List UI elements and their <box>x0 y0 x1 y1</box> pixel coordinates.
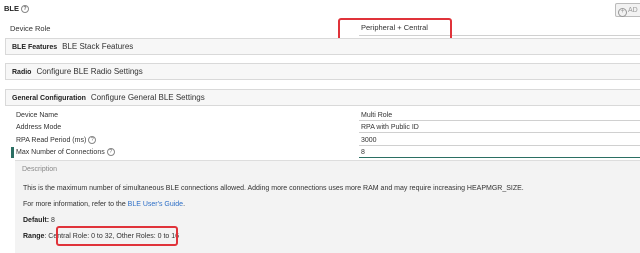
highlight-range <box>56 226 178 246</box>
more-info-line: For more information, refer to the BLE U… <box>23 199 185 210</box>
section-general-configuration[interactable]: General Configuration Configure General B… <box>5 89 640 106</box>
section-ble-features[interactable]: BLE Features BLE Stack Features <box>5 38 640 55</box>
max-connections-label: Max Number of Connections? <box>16 147 115 158</box>
more-info-prefix: For more information, refer to the <box>23 201 128 208</box>
default-line: Default: 8 <box>23 215 55 226</box>
section-general-subtitle: Configure General BLE Settings <box>90 93 205 102</box>
section-radio[interactable]: Radio Configure BLE Radio Settings <box>5 63 640 80</box>
address-mode-label: Address Mode <box>16 124 62 131</box>
rpa-read-period-label: RPA Read Period (ms)? <box>16 135 97 146</box>
device-name-divider <box>359 120 640 121</box>
section-general-label: General Configuration <box>12 95 86 102</box>
address-mode-divider <box>359 132 640 133</box>
max-connections-underline <box>359 157 640 158</box>
help-icon[interactable]: ? <box>106 148 115 156</box>
device-role-label: Device Role <box>10 24 51 33</box>
section-ble-features-label: BLE Features <box>12 44 58 51</box>
help-icon[interactable]: ? <box>21 5 29 13</box>
focus-indicator <box>11 147 14 158</box>
help-icon[interactable]: ? <box>88 136 97 144</box>
max-connections-text: Max Number of Connections <box>16 149 105 156</box>
add-button-label: AD <box>628 7 638 14</box>
rpa-read-period-text: RPA Read Period (ms) <box>16 137 87 144</box>
section-radio-subtitle: Configure BLE Radio Settings <box>36 67 143 76</box>
ble-title: BLE <box>4 4 19 13</box>
more-info-suffix: . <box>183 201 186 208</box>
section-ble-features-subtitle: BLE Stack Features <box>62 42 134 51</box>
range-label: Range <box>23 233 45 240</box>
add-icon: + <box>618 8 627 17</box>
ble-users-guide-link[interactable]: BLE User's Guide <box>128 201 183 208</box>
default-value: 8 <box>51 217 55 224</box>
rpa-read-period-divider <box>359 145 640 146</box>
add-button[interactable]: + AD <box>615 3 640 17</box>
section-radio-label: Radio <box>12 69 32 76</box>
description-text: This is the maximum number of simultaneo… <box>23 185 524 192</box>
default-label: Default: <box>23 217 50 224</box>
description-title: Description <box>22 166 58 173</box>
ble-header: BLE? <box>4 4 29 13</box>
device-name-label: Device Name <box>16 112 59 119</box>
